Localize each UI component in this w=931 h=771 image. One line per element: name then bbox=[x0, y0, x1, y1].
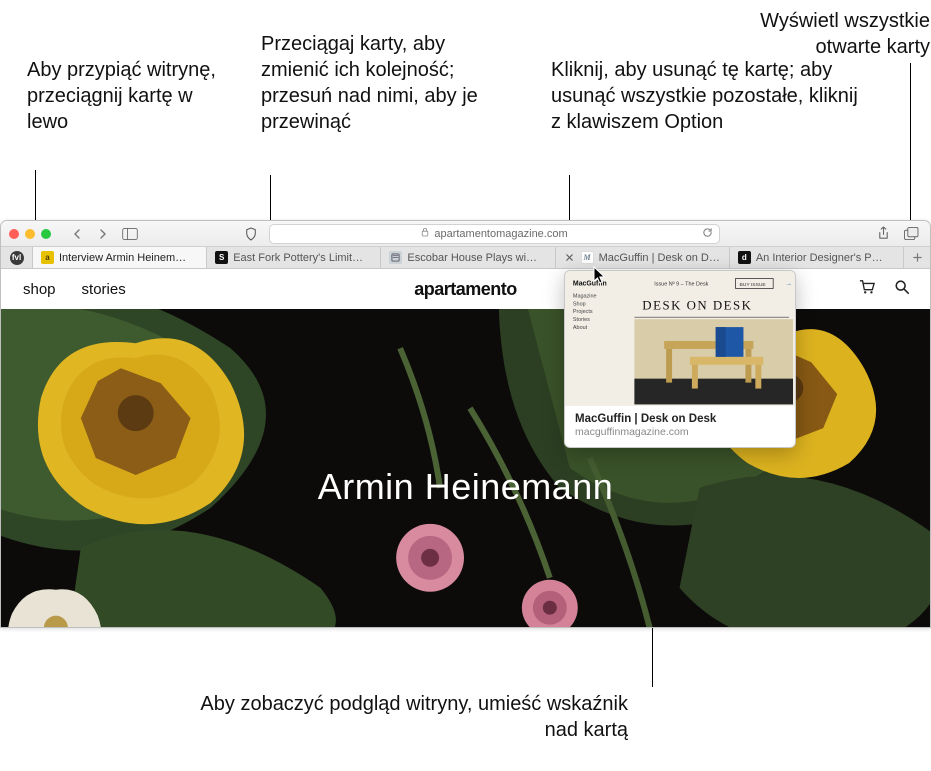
callout-tab-preview: Aby zobaczyć podgląd witryny, umieść wsk… bbox=[198, 691, 628, 743]
callout-drag-tabs: Przeciągaj karty, aby zmienić ich kolejn… bbox=[261, 31, 511, 135]
search-icon[interactable] bbox=[894, 279, 910, 299]
svg-text:→: → bbox=[785, 280, 792, 287]
svg-text:Magazine: Magazine bbox=[573, 293, 597, 299]
tab-preview-thumbnail: MacGuffin Magazine Shop Projects Stories… bbox=[565, 271, 795, 406]
tab-favicon: a bbox=[41, 251, 54, 264]
new-tab-button[interactable] bbox=[904, 247, 930, 268]
tab-label: MacGuffin | Desk on De… bbox=[599, 252, 721, 264]
tab-favicon: d bbox=[738, 251, 751, 264]
svg-text:BUY ISSUE: BUY ISSUE bbox=[739, 282, 766, 288]
url-text: apartamentomagazine.com bbox=[434, 228, 567, 240]
pinned-tab[interactable]: fvl bbox=[1, 247, 33, 268]
callout-line bbox=[910, 63, 911, 226]
svg-text:Projects: Projects bbox=[573, 309, 593, 315]
lock-icon bbox=[421, 227, 429, 240]
fullscreen-window-button[interactable] bbox=[41, 229, 51, 239]
tab-preview-caption: MacGuffin | Desk on Desk macguffinmagazi… bbox=[565, 406, 795, 447]
close-window-button[interactable] bbox=[9, 229, 19, 239]
site-nav-shop[interactable]: shop bbox=[23, 281, 56, 298]
tab-favicon bbox=[389, 251, 402, 264]
site-brand[interactable]: apartamento bbox=[414, 279, 517, 300]
hero-title: Armin Heinemann bbox=[318, 466, 614, 508]
minimize-window-button[interactable] bbox=[25, 229, 35, 239]
tab-label: Escobar House Plays wi… bbox=[407, 252, 546, 264]
reload-button[interactable] bbox=[702, 227, 713, 241]
tab-overview-button[interactable] bbox=[900, 225, 922, 243]
tab-label: An Interior Designer's P… bbox=[756, 252, 895, 264]
callout-close-tab: Kliknij, aby usunąć tę kartę; aby usunąć… bbox=[551, 57, 871, 135]
tab[interactable]: a Interview Armin Heinem… bbox=[33, 247, 207, 268]
back-button[interactable] bbox=[67, 225, 87, 243]
window-controls bbox=[9, 229, 51, 239]
svg-text:Shop: Shop bbox=[573, 301, 586, 307]
pinned-tab-favicon: fvl bbox=[10, 251, 24, 265]
tab-bar: fvl a Interview Armin Heinem… S East For… bbox=[1, 247, 930, 269]
svg-text:About: About bbox=[573, 325, 588, 331]
tab-preview-title: MacGuffin | Desk on Desk bbox=[575, 413, 785, 425]
tab-favicon: M bbox=[581, 251, 594, 264]
cursor-icon bbox=[593, 266, 607, 284]
forward-button[interactable] bbox=[93, 225, 113, 243]
tab[interactable]: Escobar House Plays wi… bbox=[381, 247, 555, 268]
sidebar-toggle-button[interactable] bbox=[119, 225, 141, 243]
privacy-report-button[interactable] bbox=[241, 225, 261, 243]
close-tab-button[interactable] bbox=[564, 252, 576, 264]
toolbar: apartamentomagazine.com bbox=[1, 221, 930, 247]
tab-label: Interview Armin Heinem… bbox=[59, 252, 198, 264]
svg-text:Stories: Stories bbox=[573, 317, 590, 323]
tab[interactable]: S East Fork Pottery's Limit… bbox=[207, 247, 381, 268]
url-field[interactable]: apartamentomagazine.com bbox=[269, 224, 720, 244]
svg-text:DESK ON DESK: DESK ON DESK bbox=[642, 298, 752, 312]
share-button[interactable] bbox=[872, 225, 894, 243]
site-nav-stories[interactable]: stories bbox=[82, 281, 126, 298]
cart-icon[interactable] bbox=[858, 279, 876, 299]
tab-preview-domain: macguffinmagazine.com bbox=[575, 426, 785, 438]
tab[interactable]: d An Interior Designer's P… bbox=[730, 247, 904, 268]
tab[interactable]: M MacGuffin | Desk on De… bbox=[556, 247, 730, 268]
svg-text:Issue Nº 9 – The Desk: Issue Nº 9 – The Desk bbox=[654, 281, 708, 287]
tab-favicon: S bbox=[215, 251, 228, 264]
tab-label: East Fork Pottery's Limit… bbox=[233, 252, 372, 264]
callout-pin-tab: Aby przypiąć witrynę, przeciągnij kartę … bbox=[27, 57, 217, 135]
callout-show-all-tabs: Wyświetl wszystkie otwarte karty bbox=[690, 8, 930, 60]
tab-preview-popover: MacGuffin Magazine Shop Projects Stories… bbox=[564, 270, 796, 448]
